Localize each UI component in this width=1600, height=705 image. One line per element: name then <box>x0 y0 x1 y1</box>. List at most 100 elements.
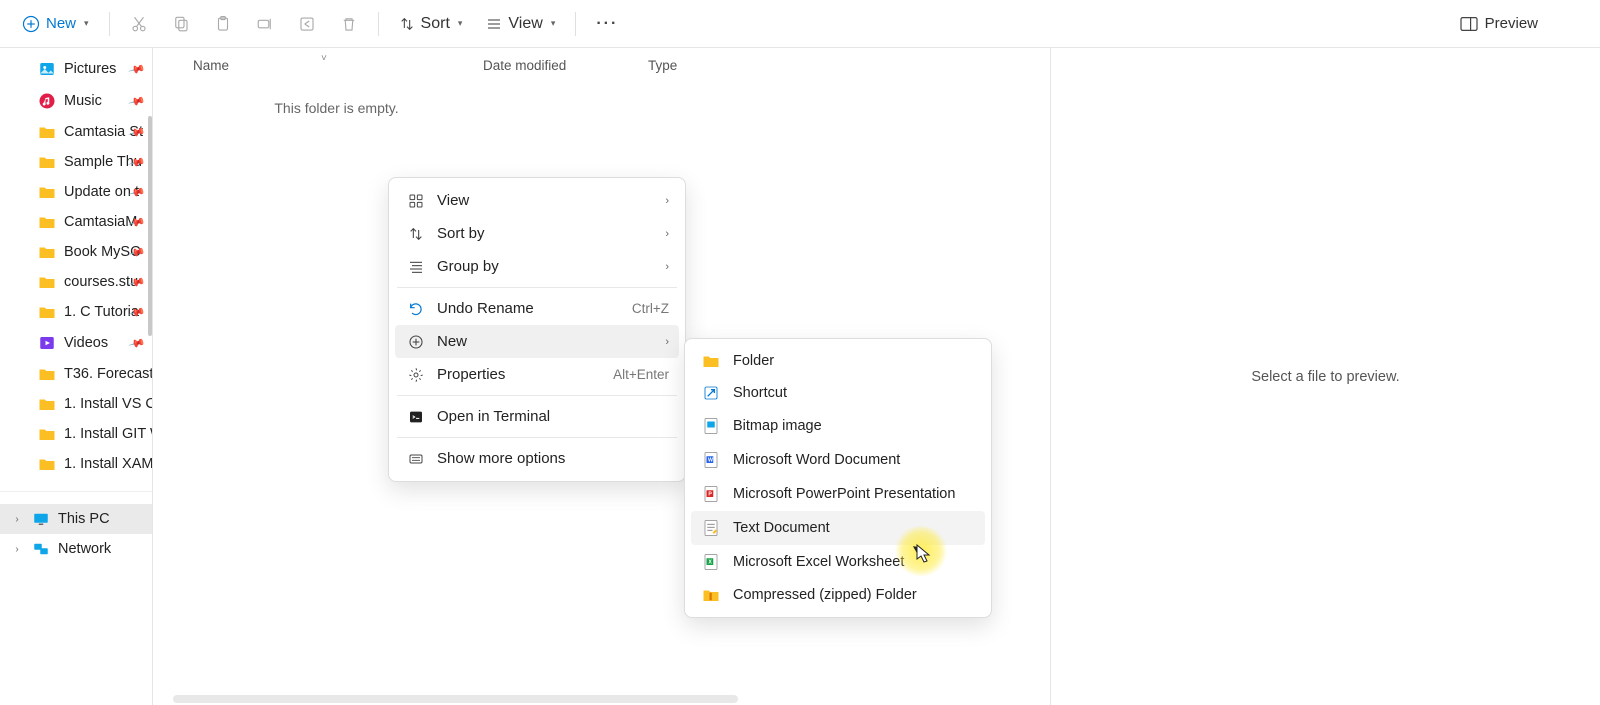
pin-icon: 📌 <box>128 60 146 78</box>
folder-icon <box>38 456 56 472</box>
new-button[interactable]: New ▾ <box>12 9 99 39</box>
new-text-document[interactable]: Text Document <box>691 511 985 545</box>
folder-icon <box>38 244 56 260</box>
pin-icon: 📌 <box>128 92 146 110</box>
bitmap-icon <box>701 417 721 435</box>
videos-icon <box>38 334 56 352</box>
scrollbar-thumb[interactable] <box>148 116 152 336</box>
rename-button[interactable] <box>246 9 284 39</box>
new-submenu: Folder Shortcut Bitmap image W Microsoft… <box>684 338 992 618</box>
folder-icon <box>38 154 56 170</box>
new-folder[interactable]: Folder <box>691 345 985 377</box>
preview-icon <box>1459 16 1479 32</box>
undo-icon <box>405 301 427 317</box>
sidebar-item-pictures[interactable]: Pictures 📌 <box>0 53 152 85</box>
grid-icon <box>405 193 427 209</box>
new-word[interactable]: W Microsoft Word Document <box>691 443 985 477</box>
ctx-undo-rename[interactable]: Undo Rename Ctrl+Z <box>395 292 679 325</box>
new-bitmap[interactable]: Bitmap image <box>691 409 985 443</box>
sidebar-item-network[interactable]: › Network <box>0 534 152 564</box>
separator <box>397 437 677 438</box>
horizontal-scrollbar[interactable] <box>153 693 1600 705</box>
column-name[interactable]: Name ˅ <box>193 58 483 73</box>
sidebar-item[interactable]: 1. Install XAMF <box>0 449 152 479</box>
chevron-right-icon: › <box>665 195 669 207</box>
share-button[interactable] <box>288 9 326 39</box>
sidebar-item[interactable]: 1. C Tutoria📌 <box>0 297 152 327</box>
chevron-down-icon: ▾ <box>458 18 463 29</box>
view-button[interactable]: View ▾ <box>476 9 565 39</box>
sidebar-item[interactable]: Book MySC📌 <box>0 237 152 267</box>
toolbar: New ▾ Sort ▾ View ▾ ··· Preview <box>0 0 1600 48</box>
sidebar-item-music[interactable]: Music 📌 <box>0 85 152 117</box>
sidebar-item[interactable]: courses.stu📌 <box>0 267 152 297</box>
terminal-icon <box>405 409 427 425</box>
ctx-show-more[interactable]: Show more options <box>395 442 679 475</box>
folder-icon <box>38 274 56 290</box>
sort-button[interactable]: Sort ▾ <box>389 9 473 39</box>
copy-icon <box>172 15 190 33</box>
svg-text:P: P <box>708 492 712 498</box>
sidebar-item[interactable]: Camtasia St📌 <box>0 117 152 147</box>
cut-icon <box>130 15 148 33</box>
chevron-right-icon: › <box>665 261 669 273</box>
folder-icon <box>38 304 56 320</box>
context-menu: View › Sort by › Group by › Undo Rename … <box>388 177 686 482</box>
column-type[interactable]: Type <box>648 58 1050 73</box>
trash-icon <box>340 15 358 33</box>
ctx-sort-by[interactable]: Sort by › <box>395 217 679 250</box>
ctx-group-by[interactable]: Group by › <box>395 250 679 283</box>
copy-button[interactable] <box>162 9 200 39</box>
sidebar-item[interactable]: Update on t📌 <box>0 177 152 207</box>
column-headers: Name ˅ Date modified Type <box>153 48 1050 82</box>
folder-icon <box>38 396 56 412</box>
folder-icon <box>38 366 56 382</box>
svg-text:W: W <box>708 458 713 464</box>
more-button[interactable]: ··· <box>586 9 628 39</box>
ctx-new[interactable]: New › <box>395 325 679 358</box>
new-excel[interactable]: X Microsoft Excel Worksheet <box>691 545 985 579</box>
folder-icon <box>701 353 721 369</box>
cut-button[interactable] <box>120 9 158 39</box>
column-date[interactable]: Date modified <box>483 58 648 73</box>
sidebar-item[interactable]: T36. Forecast(S <box>0 359 152 389</box>
chevron-down-icon: ▾ <box>551 18 556 29</box>
separator <box>378 12 379 36</box>
paste-button[interactable] <box>204 9 242 39</box>
pictures-icon <box>38 60 56 78</box>
folder-icon <box>38 214 56 230</box>
sidebar-item-videos[interactable]: Videos 📌 <box>0 327 152 359</box>
plus-circle-icon <box>22 15 40 33</box>
new-zip[interactable]: Compressed (zipped) Folder <box>691 579 985 611</box>
new-shortcut[interactable]: Shortcut <box>691 377 985 409</box>
ctx-properties[interactable]: Properties Alt+Enter <box>395 358 679 391</box>
excel-icon: X <box>701 553 721 571</box>
new-powerpoint[interactable]: P Microsoft PowerPoint Presentation <box>691 477 985 511</box>
ctx-open-terminal[interactable]: Open in Terminal <box>395 400 679 433</box>
view-icon <box>486 16 502 32</box>
separator <box>109 12 110 36</box>
sidebar-item[interactable]: 1. Install GIT W <box>0 419 152 449</box>
sidebar-item[interactable]: CamtasiaM📌 <box>0 207 152 237</box>
powerpoint-icon: P <box>701 485 721 503</box>
delete-button[interactable] <box>330 9 368 39</box>
separator <box>575 12 576 36</box>
rename-icon <box>256 15 274 33</box>
sidebar-item-this-pc[interactable]: › This PC <box>0 504 152 534</box>
sidebar-item[interactable]: 1. Install VS Co <box>0 389 152 419</box>
preview-pane: Select a file to preview. <box>1050 48 1600 705</box>
paste-icon <box>214 15 232 33</box>
sidebar-item[interactable]: Sample Thu📌 <box>0 147 152 177</box>
network-icon <box>32 541 50 557</box>
chevron-right-icon: › <box>10 544 24 555</box>
ctx-view[interactable]: View › <box>395 184 679 217</box>
plus-circle-icon <box>405 334 427 350</box>
sort-icon <box>399 16 415 32</box>
preview-toggle-button[interactable]: Preview <box>1449 9 1548 38</box>
folder-icon <box>38 184 56 200</box>
chevron-right-icon: › <box>10 514 24 525</box>
properties-icon <box>405 367 427 383</box>
text-icon <box>701 519 721 537</box>
scrollbar-thumb[interactable] <box>173 695 738 703</box>
share-icon <box>298 15 316 33</box>
